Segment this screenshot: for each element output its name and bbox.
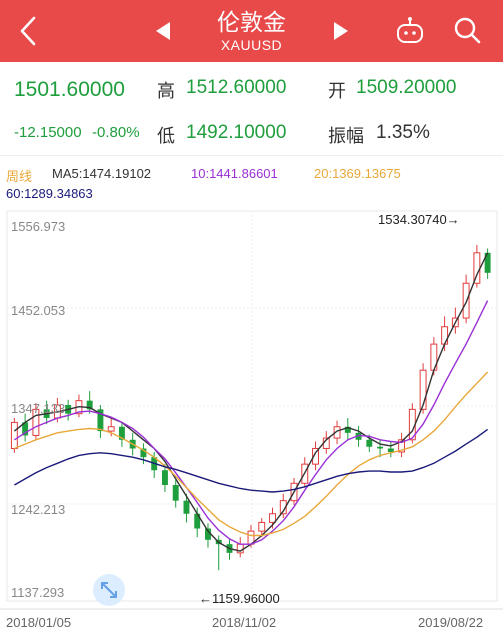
moving-average-layer (13, 252, 489, 552)
candle (236, 537, 244, 558)
ma-line-ma60 (14, 428, 489, 493)
x-tick-label: 2019/08/22 (418, 615, 483, 630)
expand-button[interactable] (93, 574, 125, 606)
ma10-indicator: 10:1441.86601 (191, 166, 278, 181)
y-tick-label: 1242.213 (11, 502, 65, 517)
change-percent: -0.80% (92, 124, 140, 141)
ma5-indicator: MA5:1474.19102 (52, 166, 152, 181)
high-value: 1512.60000 (186, 77, 287, 98)
low-annotation: ←1159.96000 (199, 591, 280, 606)
candle (451, 307, 459, 334)
candle-body (161, 470, 168, 486)
ma60-indicator: 60:1289.34863 (6, 186, 93, 201)
candle-body (107, 426, 115, 432)
quote-panel: 1501.60000 高 1512.60000 开 1509.20000 -12… (0, 62, 503, 152)
candle (22, 413, 29, 442)
divider (0, 155, 503, 156)
candle (118, 422, 125, 447)
candle-body (269, 513, 276, 523)
open-label: 开 (328, 81, 346, 102)
candle-body (172, 485, 179, 501)
y-tick-label: 1556.973 (11, 219, 65, 234)
page-subtitle: XAUUSD (220, 37, 283, 53)
next-triangle-icon[interactable] (330, 18, 352, 44)
candle (97, 405, 104, 439)
candle (172, 479, 179, 508)
search-icon[interactable] (452, 15, 482, 45)
change-value: -12.15000 (14, 124, 82, 141)
page-title: 伦敦金 (217, 10, 286, 36)
ma20-indicator: 20:1369.13675 (314, 166, 401, 181)
app-header: 伦敦金 XAUUSD (0, 0, 503, 62)
candle (387, 441, 394, 458)
candle (75, 394, 83, 418)
ma-line-ma5 (13, 252, 489, 552)
x-tick-label: 2018/11/02 (212, 615, 276, 630)
candle-body (366, 439, 373, 447)
expand-arrows-icon (101, 582, 117, 598)
x-tick-label: 2018/01/05 (6, 615, 71, 630)
candle-body (258, 521, 266, 532)
period-label[interactable]: 周线 (6, 166, 32, 185)
amplitude-value: 1.35% (376, 122, 430, 143)
candle (398, 432, 406, 458)
robot-icon[interactable] (394, 16, 426, 46)
high-annotation: 1534.30740→ (378, 212, 460, 227)
last-price: 1501.60000 (14, 78, 125, 101)
candle-body (377, 446, 384, 449)
candle-body (441, 326, 449, 345)
candle-body (387, 448, 394, 452)
candle-body (183, 500, 190, 514)
candle (183, 493, 190, 523)
open-value: 1509.20000 (356, 77, 457, 98)
y-tick-label: 1137.293 (11, 585, 64, 600)
candle (86, 391, 93, 414)
low-label: 低 (157, 126, 175, 147)
low-value: 1492.10000 (186, 122, 287, 143)
high-label: 高 (157, 81, 175, 102)
candle-body (10, 421, 18, 449)
candlestick-chart[interactable]: 1556.973 1452.053 1347.133 1242.213 1137… (0, 200, 503, 644)
y-tick-label: 1347.133 (11, 401, 65, 416)
amplitude-label: 振幅 (328, 126, 364, 147)
y-tick-label: 1452.053 (11, 303, 65, 318)
candle (194, 507, 201, 538)
